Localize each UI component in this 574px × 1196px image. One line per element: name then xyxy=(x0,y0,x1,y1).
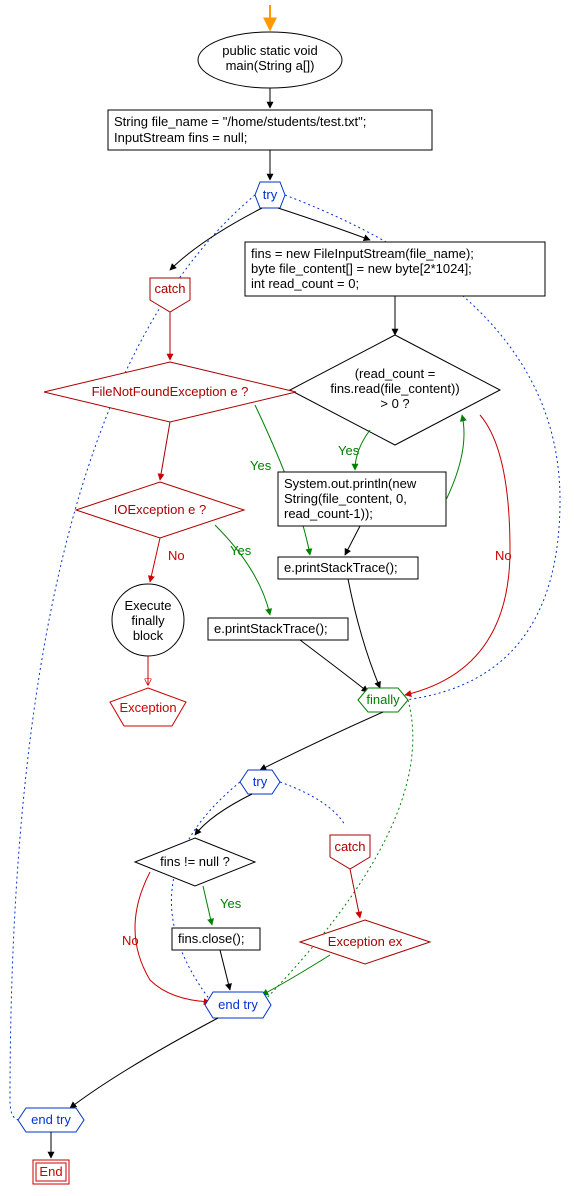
edge-st2-finally xyxy=(300,640,368,692)
edge-ex-endtry xyxy=(262,955,330,995)
try-dashed-left xyxy=(10,195,255,1120)
readcond-l2: fins.read(file_content)) xyxy=(330,381,459,396)
ex-ex-text: Exception ex xyxy=(328,934,403,949)
inner-try-label: try xyxy=(253,774,268,789)
exception-text: Exception xyxy=(119,700,176,715)
outer-catch: catch xyxy=(150,278,190,312)
try-label: try xyxy=(263,187,278,202)
finsnull-text: fins != null ? xyxy=(160,854,230,869)
read-cond-diamond: (read_count = fins.read(file_content)) >… xyxy=(290,335,500,445)
ioe-text: IOException e ? xyxy=(114,502,207,517)
inner-catch-label: catch xyxy=(334,839,365,854)
ef-l3: block xyxy=(133,628,164,643)
exception-pentagon: Exception xyxy=(110,688,186,726)
readcond-l3: > 0 ? xyxy=(380,396,409,411)
fins-close-box: fins.close(); xyxy=(172,928,260,950)
edge-st1-finally xyxy=(348,579,380,688)
println-l3: read_count-1)); xyxy=(284,506,373,521)
main-sig-l2: main(String a[]) xyxy=(226,58,315,73)
println-box: System.out.println(new String(file_conte… xyxy=(278,472,446,526)
catch-label: catch xyxy=(154,281,185,296)
st2-text: e.printStackTrace(); xyxy=(214,621,328,636)
main-sig-l1: public static void xyxy=(222,43,317,58)
trybody-l1: fins = new FileInputStream(file_name); xyxy=(251,246,474,261)
ef-l2: finally xyxy=(131,613,165,628)
outer-try: try xyxy=(255,182,285,208)
finsclose-text: fins.close(); xyxy=(178,931,244,946)
yes-2: Yes xyxy=(250,458,272,473)
edge-ioe-no xyxy=(150,538,160,582)
edge-ioe-yes xyxy=(215,525,270,615)
init-box: String file_name = "/home/students/test.… xyxy=(108,110,432,150)
edge-innerend-outerend xyxy=(70,1018,218,1108)
outer-end-try: end try xyxy=(18,1108,84,1132)
edge-println-down xyxy=(345,526,360,555)
edge-innercatch-down xyxy=(350,869,360,918)
no-2: No xyxy=(168,548,185,563)
stacktrace-box-2: e.printStackTrace(); xyxy=(208,618,348,640)
edge-innertry-cond xyxy=(195,794,252,835)
yes-1: Yes xyxy=(338,443,360,458)
outer-endtry-label: end try xyxy=(31,1112,71,1127)
edge-close-endtry xyxy=(220,950,230,990)
fins-null-diamond: fins != null ? xyxy=(135,838,255,886)
ef-l1: Execute xyxy=(125,598,172,613)
edge-println-loopback xyxy=(446,415,464,500)
no-1: No xyxy=(495,548,512,563)
no-3: No xyxy=(122,933,139,948)
trybody-l3: int read_count = 0; xyxy=(251,276,359,291)
try-body-box: fins = new FileInputStream(file_name); b… xyxy=(245,242,545,296)
stacktrace-box-1: e.printStackTrace(); xyxy=(278,557,418,579)
inner-end-try: end try xyxy=(205,992,271,1018)
yes-3: Yes xyxy=(230,543,252,558)
trybody-l2: byte file_content[] = new byte[2*1024]; xyxy=(251,261,472,276)
inner-try-dashed-left xyxy=(171,782,240,1000)
edge-finally-try2 xyxy=(260,712,383,770)
inner-endtry-label: end try xyxy=(218,997,258,1012)
edge-fnf-next xyxy=(160,422,170,480)
println-l1: System.out.println(new xyxy=(284,476,417,491)
exec-finally-circle: Execute finally block xyxy=(112,584,184,656)
fnf-diamond: FileNotFoundException e ? xyxy=(44,362,296,422)
edge-finsnull-yes xyxy=(203,886,212,925)
finally-label: finally xyxy=(366,692,400,707)
finally-hex: finally xyxy=(358,688,408,712)
inner-try-dashed-right xyxy=(280,782,345,825)
init-l1: String file_name = "/home/students/test.… xyxy=(114,114,366,129)
ioe-diamond: IOException e ? xyxy=(76,482,244,538)
end-text: End xyxy=(39,1164,62,1179)
exception-ex-diamond: Exception ex xyxy=(300,920,430,964)
println-l2: String(file_content, 0, xyxy=(284,491,407,506)
readcond-l1: (read_count = xyxy=(355,366,436,381)
inner-try: try xyxy=(240,770,280,794)
inner-catch: catch xyxy=(330,835,370,869)
init-l2: InputStream fins = null; xyxy=(114,130,247,145)
end-node: End xyxy=(33,1160,69,1184)
edge-try-body xyxy=(278,208,370,240)
fnf-text: FileNotFoundException e ? xyxy=(92,384,249,399)
yes-4: Yes xyxy=(220,896,242,911)
main-signature-node: public static void main(String a[]) xyxy=(198,32,342,88)
st1-text: e.printStackTrace(); xyxy=(284,560,398,575)
